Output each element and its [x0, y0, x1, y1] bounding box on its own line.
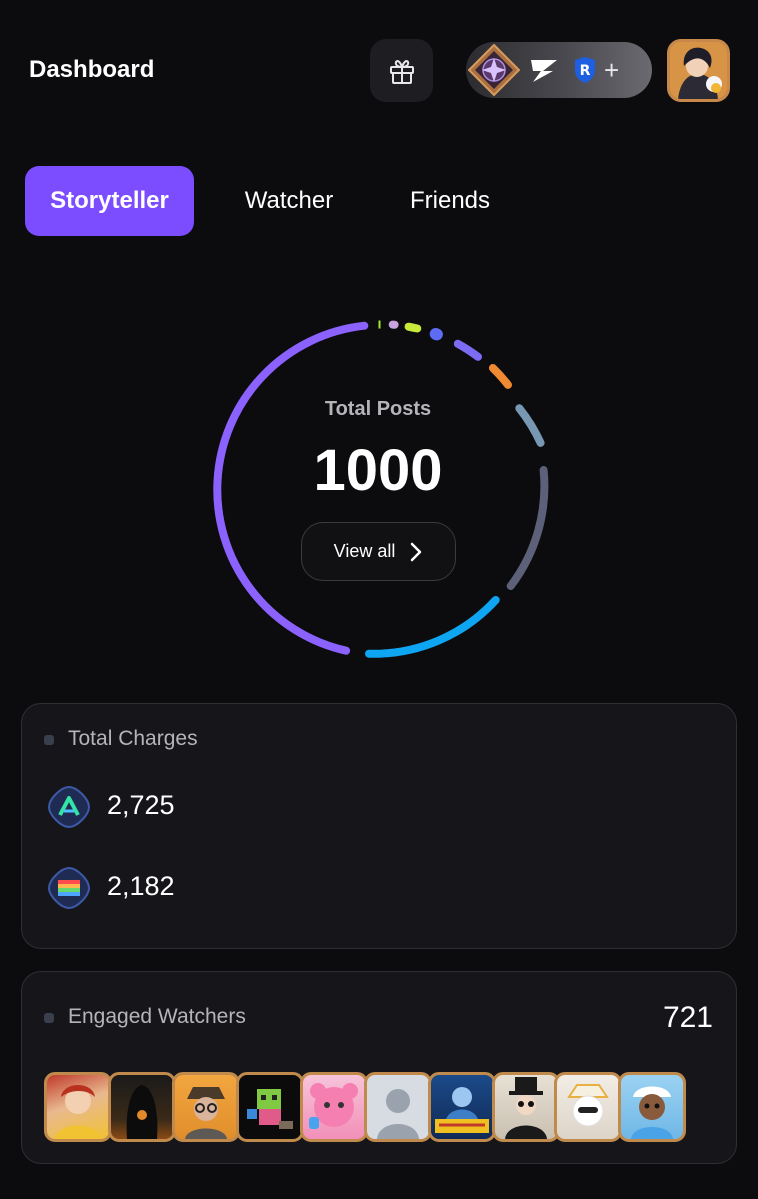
- total-posts-label: Total Posts: [324, 398, 432, 420]
- watcher-avatar[interactable]: [172, 1072, 240, 1142]
- a-token-icon: [47, 785, 91, 829]
- total-charges-title: Total Charges: [68, 727, 198, 750]
- ring-segment: [453, 339, 482, 361]
- watcher-avatar[interactable]: [44, 1072, 112, 1142]
- watcher-avatar[interactable]: [554, 1072, 622, 1142]
- chain-badge-icon: [468, 44, 520, 96]
- engaged-watchers-title: Engaged Watchers: [68, 1005, 246, 1028]
- card-dot-icon: [44, 735, 54, 745]
- watcher-avatar[interactable]: [428, 1072, 496, 1142]
- rainbow-token-icon: [47, 866, 91, 910]
- watcher-avatar[interactable]: [300, 1072, 368, 1142]
- view-all-label: View all: [333, 541, 396, 561]
- ring-segment: [404, 322, 422, 333]
- card-dot-icon: [44, 1013, 54, 1023]
- gift-icon: [389, 59, 414, 84]
- total-posts-value: 1000: [313, 438, 443, 503]
- r-shield-icon: R: [574, 56, 596, 84]
- watcher-avatar[interactable]: [618, 1072, 686, 1142]
- watcher-avatar[interactable]: [108, 1072, 176, 1142]
- chevron-right-icon: [411, 542, 422, 561]
- tab-storyteller[interactable]: Storyteller: [25, 166, 194, 236]
- watcher-avatar[interactable]: [492, 1072, 560, 1142]
- ring-segment: [365, 596, 500, 658]
- z-logo-icon: [527, 54, 561, 86]
- watcher-avatar[interactable]: [236, 1072, 304, 1142]
- view-all-button[interactable]: View all: [301, 522, 456, 581]
- svg-text:R: R: [580, 63, 591, 79]
- charge-value: 2,182: [107, 871, 175, 901]
- tab-friends[interactable]: Friends: [384, 166, 516, 236]
- ring-segment: [488, 364, 512, 389]
- profile-avatar[interactable]: [667, 39, 730, 102]
- watcher-avatar[interactable]: [364, 1072, 432, 1142]
- gift-button[interactable]: [370, 39, 433, 102]
- tab-watcher[interactable]: Watcher: [214, 166, 364, 236]
- engaged-watchers-count: 721: [662, 1001, 713, 1034]
- page-title: Dashboard: [29, 56, 155, 83]
- charge-value: 2,725: [107, 790, 175, 820]
- plus-icon[interactable]: +: [604, 52, 619, 88]
